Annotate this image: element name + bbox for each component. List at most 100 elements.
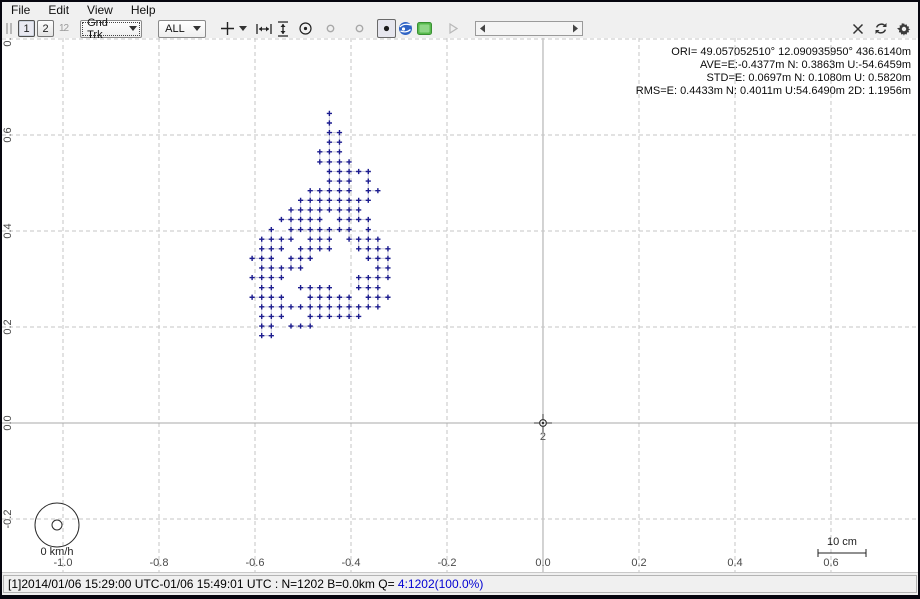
solution-point bbox=[327, 207, 332, 212]
solution-point bbox=[308, 237, 313, 242]
solution-point bbox=[366, 246, 371, 251]
solution-point bbox=[298, 198, 303, 203]
solution-point bbox=[375, 275, 380, 280]
solution-point bbox=[298, 323, 303, 328]
solution-point bbox=[269, 295, 274, 300]
solution-point bbox=[385, 275, 390, 280]
clear-button[interactable] bbox=[848, 19, 867, 38]
solution-point bbox=[327, 188, 332, 193]
solution-point bbox=[308, 256, 313, 261]
fit-horizontal-button[interactable] bbox=[254, 19, 273, 38]
split-view-button[interactable]: 12 bbox=[59, 23, 68, 34]
solution-point bbox=[356, 207, 361, 212]
toolbar-grip[interactable] bbox=[6, 23, 14, 34]
solution-point bbox=[366, 169, 371, 174]
plot-canvas[interactable]: -1.0-0.8-0.6-0.4-0.20.00.20.40.6-0.20.00… bbox=[2, 38, 918, 572]
dot-marker-icon bbox=[381, 23, 392, 34]
solution-point bbox=[366, 188, 371, 193]
solution-point bbox=[259, 314, 264, 319]
solution-point bbox=[337, 130, 342, 135]
solution-point bbox=[366, 237, 371, 242]
options-button[interactable] bbox=[894, 19, 913, 38]
solution-point bbox=[366, 178, 371, 183]
solution-point bbox=[327, 140, 332, 145]
origin-marker-label: 2 bbox=[540, 431, 546, 443]
solution-point bbox=[327, 178, 332, 183]
solution-point bbox=[269, 265, 274, 270]
solution-point bbox=[279, 295, 284, 300]
solution-point bbox=[366, 275, 371, 280]
plot2-button[interactable]: 2 bbox=[37, 20, 54, 37]
solution-point bbox=[269, 304, 274, 309]
solution-point bbox=[288, 265, 293, 270]
map-view-button[interactable] bbox=[415, 19, 434, 38]
fit-vertical-button[interactable] bbox=[273, 19, 292, 38]
animate-play-button[interactable] bbox=[444, 19, 463, 38]
play-icon bbox=[449, 23, 458, 34]
solution-point bbox=[269, 246, 274, 251]
fit-vertical-icon bbox=[277, 21, 289, 37]
solution-point bbox=[279, 314, 284, 319]
refresh-button[interactable] bbox=[871, 19, 890, 38]
solution-point bbox=[317, 314, 322, 319]
menu-help[interactable]: Help bbox=[122, 2, 165, 18]
solution-point bbox=[356, 169, 361, 174]
plot1-button[interactable]: 1 bbox=[18, 20, 35, 37]
option-circle-1-button[interactable] bbox=[321, 19, 340, 38]
solution-stats: ORI= 49.057052510° 12.090935950° 436.614… bbox=[636, 46, 911, 98]
status-time-range: [1]2014/01/06 15:29:00 UTC-01/06 15:49:0… bbox=[8, 577, 398, 591]
menu-file[interactable]: File bbox=[2, 2, 39, 18]
solution-point bbox=[250, 275, 255, 280]
menu-bar: File Edit View Help bbox=[2, 2, 918, 18]
solution-point bbox=[298, 246, 303, 251]
scroll-right-icon[interactable] bbox=[572, 24, 579, 33]
center-origin-button[interactable] bbox=[296, 19, 315, 38]
y-tick-label: -0.2 bbox=[2, 510, 14, 529]
option-circle-2-button[interactable] bbox=[350, 19, 369, 38]
solution-point bbox=[259, 237, 264, 242]
solution-point bbox=[298, 256, 303, 261]
solution-point bbox=[317, 207, 322, 212]
solution-point bbox=[269, 275, 274, 280]
solution-point bbox=[317, 295, 322, 300]
google-earth-button[interactable] bbox=[396, 19, 415, 38]
stat-std: STD=E: 0.0697m N: 0.1080m U: 0.5820m bbox=[636, 72, 911, 85]
solution-point bbox=[337, 304, 342, 309]
solution-point bbox=[356, 246, 361, 251]
solution-point bbox=[288, 207, 293, 212]
x-tick-label: 0.2 bbox=[631, 557, 646, 569]
solution-point bbox=[337, 198, 342, 203]
small-circle-icon bbox=[326, 24, 335, 33]
solution-point bbox=[366, 198, 371, 203]
solution-select[interactable]: ALL bbox=[158, 20, 206, 38]
map-image-icon bbox=[417, 22, 432, 35]
solution-point bbox=[259, 285, 264, 290]
chevron-down-icon bbox=[239, 26, 247, 31]
solution-point bbox=[366, 295, 371, 300]
center-cursor-button[interactable] bbox=[218, 19, 237, 38]
menu-edit[interactable]: Edit bbox=[39, 2, 78, 18]
google-earth-globe-icon bbox=[398, 21, 413, 36]
solution-point bbox=[279, 237, 284, 242]
solution-point bbox=[298, 285, 303, 290]
solution-point bbox=[259, 275, 264, 280]
x-tick-label: -0.2 bbox=[438, 557, 457, 569]
plot-type-select[interactable]: Gnd Trk bbox=[80, 20, 142, 38]
solution-point bbox=[327, 130, 332, 135]
solution-point bbox=[356, 275, 361, 280]
solution-point bbox=[327, 111, 332, 116]
solution-point bbox=[308, 304, 313, 309]
stat-rms: RMS=E: 0.4433m N: 0.4011m U:54.6490m 2D:… bbox=[636, 85, 911, 98]
gear-icon bbox=[897, 22, 911, 36]
ground-track-plot[interactable]: -1.0-0.8-0.6-0.4-0.20.00.20.40.6-0.20.00… bbox=[2, 38, 918, 572]
scroll-left-icon[interactable] bbox=[479, 24, 486, 33]
solution-point bbox=[327, 304, 332, 309]
solution-point bbox=[375, 304, 380, 309]
solution-point bbox=[269, 323, 274, 328]
x-tick-label: 0.4 bbox=[727, 557, 742, 569]
fix-center-button[interactable] bbox=[377, 19, 396, 38]
solution-point bbox=[356, 217, 361, 222]
center-cursor-dropdown[interactable] bbox=[237, 19, 248, 38]
time-scrollbar[interactable] bbox=[475, 21, 583, 36]
solution-point bbox=[308, 295, 313, 300]
